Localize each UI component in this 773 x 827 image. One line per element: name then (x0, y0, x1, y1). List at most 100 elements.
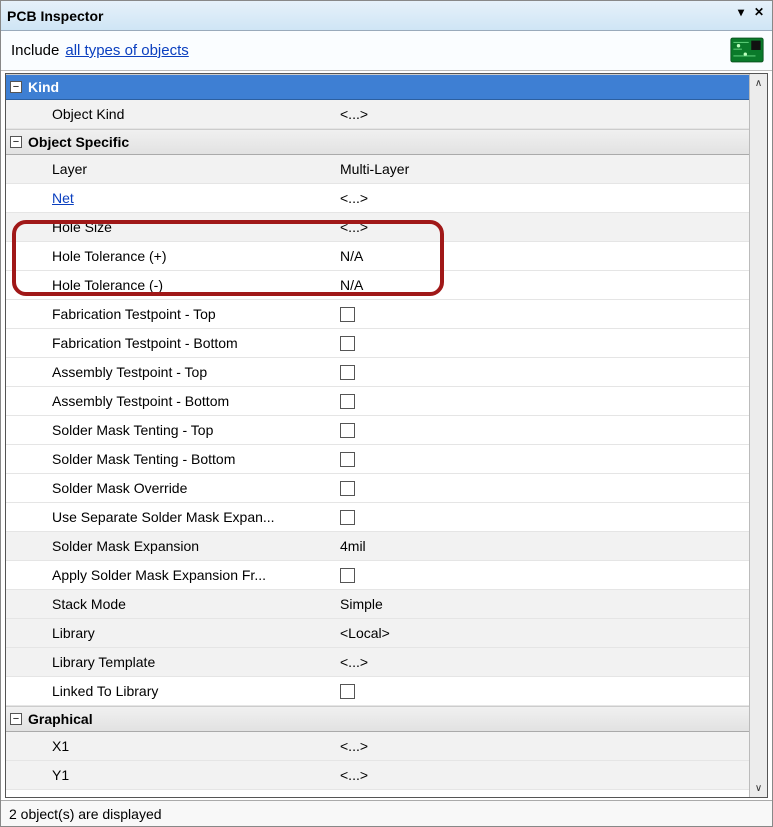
property-label: Hole Tolerance (-) (6, 277, 336, 293)
pcb-chip-icon[interactable] (730, 35, 764, 65)
property-value[interactable]: <...> (336, 738, 749, 754)
property-row[interactable]: Fabrication Testpoint - Bottom (6, 329, 749, 358)
section-title: Object Specific (28, 134, 129, 150)
property-value[interactable]: <Local> (336, 625, 749, 641)
panel-title: PCB Inspector (7, 8, 103, 24)
titlebar: PCB Inspector ▾ ✕ (1, 1, 772, 31)
property-label: Solder Mask Override (6, 480, 336, 496)
property-grid: −KindObject Kind<...>−Object SpecificLay… (5, 73, 768, 798)
property-row[interactable]: Fabrication Testpoint - Top (6, 300, 749, 329)
section-title: Kind (28, 79, 59, 95)
checkbox[interactable] (340, 394, 355, 409)
property-label: Solder Mask Tenting - Top (6, 422, 336, 438)
dropdown-icon[interactable]: ▾ (734, 5, 748, 19)
checkbox[interactable] (340, 452, 355, 467)
property-label: Fabrication Testpoint - Bottom (6, 335, 336, 351)
checkbox[interactable] (340, 365, 355, 380)
property-row[interactable]: Solder Mask Expansion4mil (6, 532, 749, 561)
property-row[interactable]: Object Kind<...> (6, 100, 749, 129)
include-label: Include (11, 42, 59, 59)
property-value[interactable]: <...> (336, 219, 749, 235)
property-label: Linked To Library (6, 683, 336, 699)
property-row[interactable]: Stack ModeSimple (6, 590, 749, 619)
property-value[interactable]: Multi-Layer (336, 161, 749, 177)
property-value[interactable]: <...> (336, 767, 749, 783)
status-text: 2 object(s) are displayed (9, 806, 162, 822)
property-value[interactable]: <...> (336, 654, 749, 670)
property-label: Solder Mask Expansion (6, 538, 336, 554)
checkbox[interactable] (340, 684, 355, 699)
property-label: Hole Size (6, 219, 336, 235)
property-value[interactable] (336, 394, 749, 409)
section-header[interactable]: −Kind (6, 74, 749, 100)
property-value[interactable] (336, 797, 749, 798)
section-title: Graphical (28, 711, 93, 727)
checkbox[interactable] (340, 510, 355, 525)
property-row[interactable]: Use Separate Solder Mask Expan... (6, 503, 749, 532)
property-value[interactable]: N/A (336, 248, 749, 264)
collapse-toggle-icon[interactable]: − (10, 713, 22, 725)
property-value[interactable] (336, 510, 749, 525)
property-value[interactable] (336, 684, 749, 699)
property-value[interactable] (336, 307, 749, 322)
property-row[interactable]: X1<...> (6, 732, 749, 761)
property-label: X1 (6, 738, 336, 754)
property-value[interactable] (336, 481, 749, 496)
property-label: Use Separate Solder Mask Expan... (6, 509, 336, 525)
property-row[interactable]: Assembly Testpoint - Bottom (6, 387, 749, 416)
property-row[interactable]: Solder Mask Override (6, 474, 749, 503)
property-value[interactable] (336, 423, 749, 438)
property-row[interactable]: Apply Solder Mask Expansion Fr... (6, 561, 749, 590)
checkbox[interactable] (340, 307, 355, 322)
property-row[interactable]: Hole Tolerance (+)N/A (6, 242, 749, 271)
property-link[interactable]: Net (52, 190, 74, 206)
property-row[interactable]: Solder Mask Tenting - Top (6, 416, 749, 445)
checkbox[interactable] (340, 568, 355, 583)
property-value[interactable]: <...> (336, 106, 749, 122)
property-row[interactable]: Net <...> (6, 184, 749, 213)
property-label: Library Template (6, 654, 336, 670)
property-value[interactable] (336, 336, 749, 351)
section-header[interactable]: −Graphical (6, 706, 749, 732)
property-label: Locked (6, 796, 336, 797)
property-value[interactable]: Simple (336, 596, 749, 612)
property-row[interactable]: Hole Size<...> (6, 213, 749, 242)
property-row[interactable]: Y1<...> (6, 761, 749, 790)
property-row[interactable]: Library Template<...> (6, 648, 749, 677)
property-row[interactable]: Library<Local> (6, 619, 749, 648)
property-label: Stack Mode (6, 596, 336, 612)
property-value[interactable] (336, 568, 749, 583)
checkbox[interactable] (340, 797, 355, 798)
property-label: Object Kind (6, 106, 336, 122)
collapse-toggle-icon[interactable]: − (10, 81, 22, 93)
property-row[interactable]: Locked (6, 790, 749, 797)
vertical-scrollbar[interactable]: ∧ ∨ (749, 74, 767, 797)
property-value[interactable]: <...> (336, 190, 749, 206)
property-value[interactable]: N/A (336, 277, 749, 293)
scroll-up-icon[interactable]: ∧ (750, 74, 767, 92)
property-row[interactable]: LayerMulti-Layer (6, 155, 749, 184)
include-bar: Include all types of objects (1, 31, 772, 71)
property-row[interactable]: Hole Tolerance (-)N/A (6, 271, 749, 300)
status-bar: 2 object(s) are displayed (1, 800, 772, 826)
property-label: Hole Tolerance (+) (6, 248, 336, 264)
include-link[interactable]: all types of objects (65, 42, 188, 59)
property-value[interactable] (336, 365, 749, 380)
section-header[interactable]: −Object Specific (6, 129, 749, 155)
property-value[interactable]: 4mil (336, 538, 749, 554)
checkbox[interactable] (340, 481, 355, 496)
property-label: Apply Solder Mask Expansion Fr... (6, 567, 336, 583)
property-row[interactable]: Assembly Testpoint - Top (6, 358, 749, 387)
close-icon[interactable]: ✕ (752, 5, 766, 19)
property-row[interactable]: Solder Mask Tenting - Bottom (6, 445, 749, 474)
property-row[interactable]: Linked To Library (6, 677, 749, 706)
property-label: Fabrication Testpoint - Top (6, 306, 336, 322)
checkbox[interactable] (340, 336, 355, 351)
collapse-toggle-icon[interactable]: − (10, 136, 22, 148)
checkbox[interactable] (340, 423, 355, 438)
property-label: Assembly Testpoint - Bottom (6, 393, 336, 409)
property-value[interactable] (336, 452, 749, 467)
property-label: Y1 (6, 767, 336, 783)
property-label: Solder Mask Tenting - Bottom (6, 451, 336, 467)
scroll-down-icon[interactable]: ∨ (750, 779, 767, 797)
